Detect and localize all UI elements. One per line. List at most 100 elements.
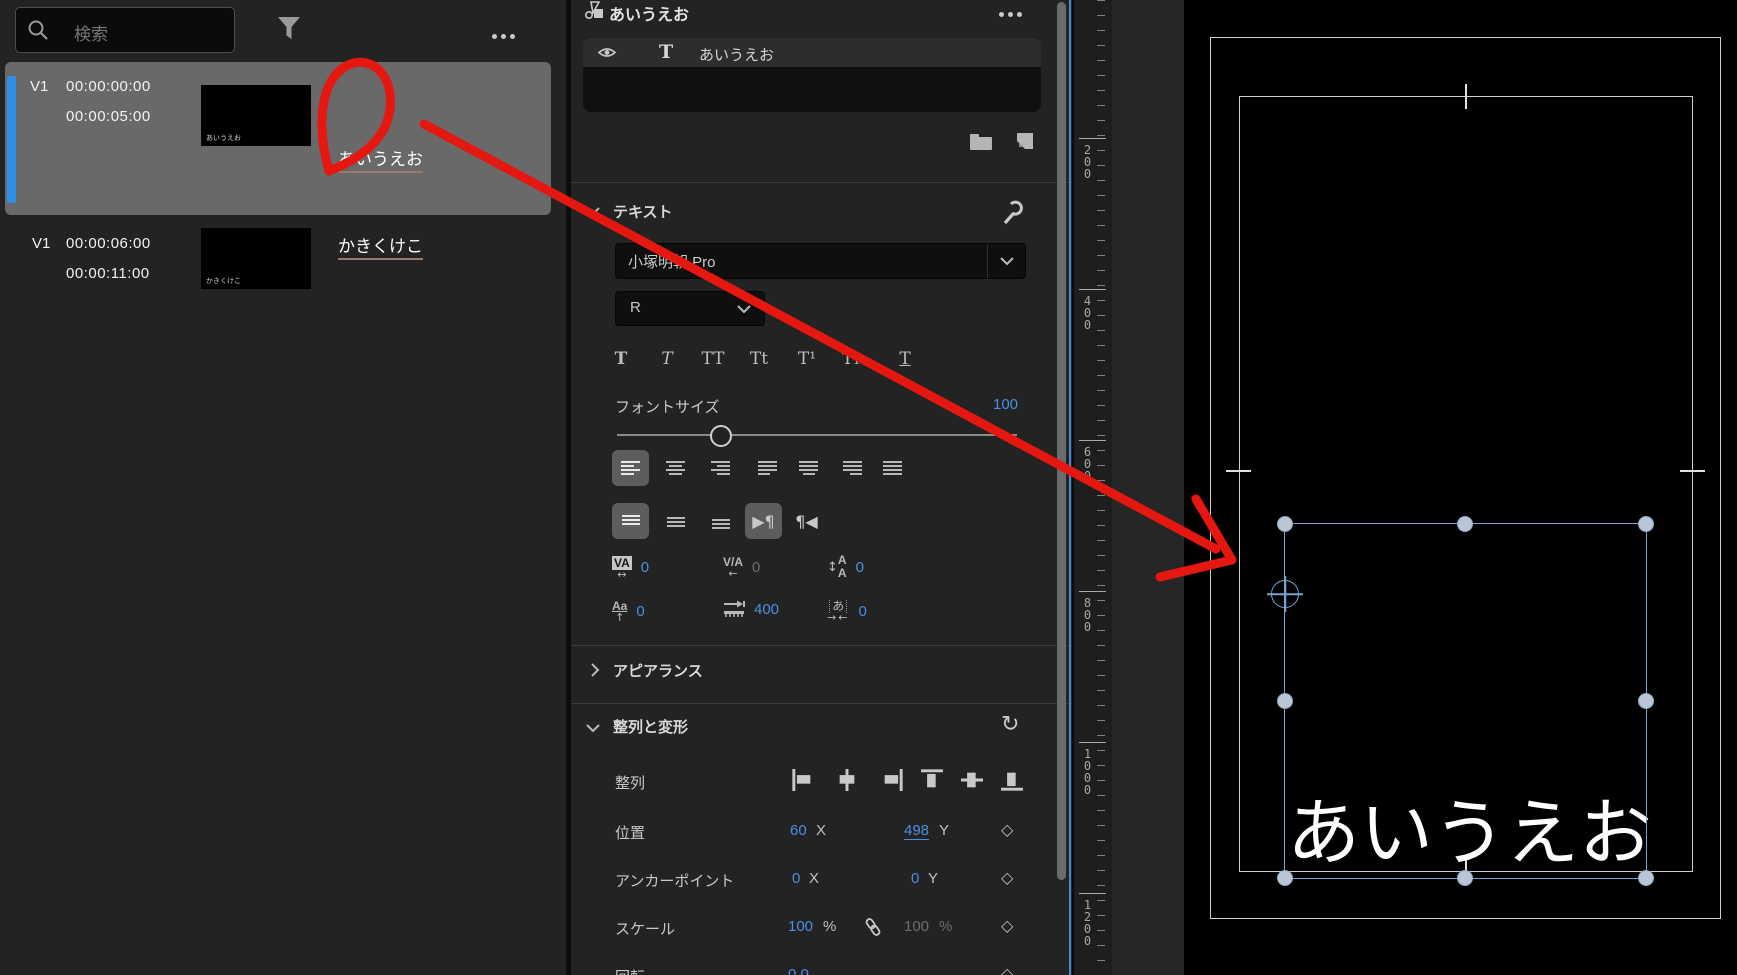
- scale-y-unit: %: [939, 918, 953, 935]
- baseline-shift-control[interactable]: Aa ↑ 0: [612, 599, 645, 624]
- chevron-down-icon[interactable]: [585, 722, 601, 734]
- align-horiz-center-icon[interactable]: [836, 768, 858, 792]
- new-folder-icon[interactable]: [969, 132, 993, 152]
- caption-item[interactable]: V1 00:00:06:00 00:00:11:00 かきくけこ かきくけこ: [5, 222, 551, 362]
- align-left-button[interactable]: [612, 450, 649, 486]
- anchor-x-suffix: X: [809, 870, 820, 887]
- underline-button[interactable]: T: [887, 344, 923, 374]
- font-size-slider[interactable]: [617, 434, 1017, 436]
- tab-width-icon: [724, 600, 745, 617]
- wrench-icon[interactable]: [1001, 200, 1023, 226]
- justify-all-button[interactable]: [874, 450, 911, 486]
- caption-item[interactable]: V1 00:00:00:00 00:00:05:00 あいうえお あいうえお: [5, 62, 551, 215]
- panel-menu-button[interactable]: [492, 26, 519, 44]
- rotation-keyframe-toggle[interactable]: ◇: [1001, 964, 1013, 975]
- valign-center-button[interactable]: [657, 503, 694, 539]
- subscript-button[interactable]: T₁: [833, 344, 869, 374]
- tab-width-value: 400: [754, 600, 780, 618]
- baseline-shift-icon: Aa ↑: [612, 599, 628, 624]
- font-style-select[interactable]: R: [615, 291, 765, 326]
- align-vert-top-icon[interactable]: [921, 768, 943, 792]
- font-size-slider-knob[interactable]: [710, 425, 732, 447]
- selection-handle-sw[interactable]: [1277, 870, 1293, 886]
- new-layer-icon[interactable]: [1015, 131, 1035, 151]
- eye-icon[interactable]: [597, 45, 617, 60]
- filter-icon[interactable]: [276, 15, 302, 43]
- layer-empty-row[interactable]: [583, 67, 1041, 112]
- anchor-x-value[interactable]: 0: [792, 870, 800, 887]
- section-divider: [571, 182, 1072, 183]
- paragraph-direction-rtl-button[interactable]: ▶¶: [745, 503, 782, 539]
- text-selection-box[interactable]: [1284, 523, 1647, 879]
- baseline-shift-value: 0: [636, 602, 645, 620]
- tracking-control[interactable]: VA ↔ 0: [612, 556, 649, 580]
- selection-handle-se[interactable]: [1638, 870, 1654, 886]
- selection-handle-s[interactable]: [1457, 870, 1473, 886]
- paragraph-direction-ltr-button[interactable]: ¶◀: [788, 503, 825, 539]
- font-style-value: R: [630, 299, 641, 316]
- chevron-right-icon[interactable]: [589, 662, 601, 678]
- valign-top-button[interactable]: [612, 503, 649, 539]
- position-y-value[interactable]: 498: [904, 822, 930, 840]
- justify-last-center-button[interactable]: [790, 450, 827, 486]
- font-family-select[interactable]: 小塚明朝 Pro: [615, 243, 1026, 279]
- scale-y-value: 100: [904, 918, 930, 935]
- selection-handle-e[interactable]: [1638, 693, 1654, 709]
- selection-handle-nw[interactable]: [1277, 516, 1293, 532]
- leading-control[interactable]: ↕ A A 0: [827, 554, 864, 580]
- reset-icon[interactable]: ↺: [1001, 712, 1019, 737]
- valign-bottom-button[interactable]: [702, 503, 739, 539]
- chevron-down-icon[interactable]: [585, 205, 601, 217]
- appearance-section-heading[interactable]: アピアランス: [613, 660, 703, 681]
- ruler-major-tick: [1079, 138, 1106, 139]
- align-horiz-right-icon[interactable]: [881, 768, 903, 792]
- layer-row[interactable]: T あいうえお: [583, 38, 1041, 67]
- anchor-keyframe-toggle[interactable]: ◇: [1001, 868, 1013, 887]
- search-input[interactable]: 検索: [15, 7, 235, 53]
- align-vert-center-icon[interactable]: [961, 768, 983, 792]
- scale-x-value[interactable]: 100: [788, 918, 813, 935]
- faux-italic-button[interactable]: T: [649, 344, 685, 374]
- all-caps-button[interactable]: TT: [695, 344, 731, 374]
- scale-keyframe-toggle[interactable]: ◇: [1001, 916, 1013, 935]
- align-horiz-left-icon[interactable]: [792, 768, 814, 792]
- captions-panel: 検索 V1 00:00:00:00 00:00:05:00 あいうえお あいうえ…: [0, 0, 566, 975]
- justify-last-left-button[interactable]: [749, 450, 786, 486]
- rotation-value[interactable]: 0.0: [788, 966, 809, 975]
- superscript-button[interactable]: T¹: [789, 344, 825, 374]
- justify-last-right-button[interactable]: [834, 450, 871, 486]
- kerning-control: V/A ← 0: [723, 556, 760, 580]
- position-keyframe-toggle[interactable]: ◇: [1001, 820, 1013, 839]
- timecode-in: 00:00:00:00: [66, 78, 151, 95]
- align-vert-bottom-icon[interactable]: [1001, 768, 1023, 792]
- vertical-ruler: [1072, 0, 1114, 975]
- chevron-down-icon: [737, 305, 751, 314]
- premiere-window: 検索 V1 00:00:00:00 00:00:05:00 あいうえお あいうえ…: [0, 0, 1737, 975]
- position-x-value[interactable]: 60: [790, 822, 807, 839]
- anchor-point-crosshair[interactable]: [1271, 580, 1299, 608]
- tsume-control[interactable]: あ →← 0: [827, 600, 867, 624]
- anchor-y-value[interactable]: 0: [911, 870, 919, 887]
- ruler-label: 800: [1083, 596, 1092, 634]
- align-right-button[interactable]: [702, 450, 739, 486]
- selection-handle-w[interactable]: [1277, 693, 1293, 709]
- safe-margin-center-tick-left: [1226, 470, 1251, 472]
- align-center-button[interactable]: [657, 450, 694, 486]
- faux-bold-button[interactable]: T: [603, 344, 639, 374]
- tab-width-control[interactable]: 400: [723, 600, 779, 618]
- egp-menu-button[interactable]: [999, 4, 1026, 22]
- link-scale-icon[interactable]: [863, 916, 883, 938]
- caption-text[interactable]: かきくけこ: [338, 232, 423, 260]
- program-monitor[interactable]: あいうえお: [1184, 0, 1737, 975]
- selection-handle-ne[interactable]: [1638, 516, 1654, 532]
- egp-scrollbar[interactable]: [1057, 2, 1066, 880]
- chevron-down-icon[interactable]: [999, 256, 1015, 267]
- font-size-value[interactable]: 100: [993, 396, 1018, 413]
- text-section-heading[interactable]: テキスト: [613, 201, 673, 222]
- selection-handle-n[interactable]: [1457, 516, 1473, 532]
- monitor-gutter: [1112, 0, 1184, 975]
- transform-section-heading[interactable]: 整列と変形: [613, 716, 688, 737]
- small-caps-button[interactable]: Tt: [741, 344, 777, 374]
- search-placeholder: 検索: [74, 25, 108, 44]
- caption-text[interactable]: あいうえお: [338, 145, 423, 173]
